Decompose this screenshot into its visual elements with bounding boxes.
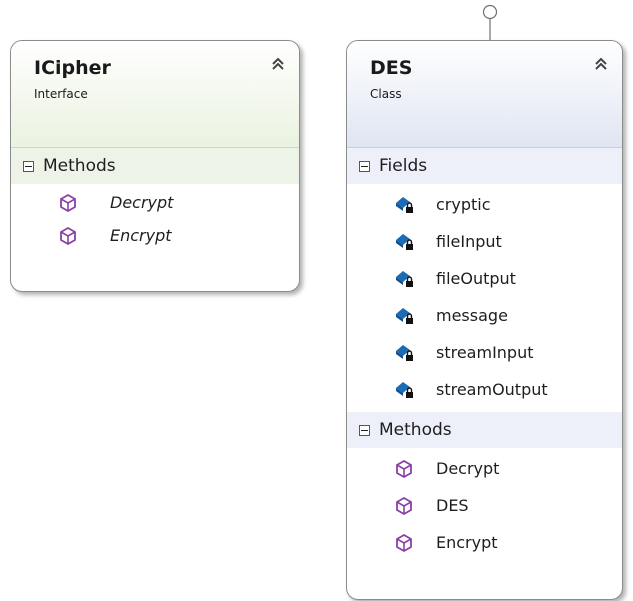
method-icon: [60, 226, 76, 245]
list-item[interactable]: message: [347, 297, 622, 334]
des-methods-list: Decrypt DES Encrypt: [347, 448, 622, 565]
method-icon: [396, 533, 412, 552]
private-field-icon: [396, 196, 413, 213]
private-field-icon: [396, 233, 413, 250]
interface-lollipop-icon: [482, 4, 498, 41]
list-item[interactable]: streamInput: [347, 334, 622, 371]
field-name: streamInput: [436, 343, 534, 362]
section-title: Methods: [43, 156, 116, 176]
method-icon: [396, 459, 412, 478]
method-name: Encrypt: [110, 226, 172, 245]
list-item[interactable]: fileOutput: [347, 260, 622, 297]
list-item[interactable]: cryptic: [347, 186, 622, 223]
des-kind: Class: [370, 87, 402, 101]
des-class-shape[interactable]: DES Class Fields cryptic fileInput fileO…: [346, 40, 623, 600]
method-icon: [396, 496, 412, 515]
des-fields-section[interactable]: Fields: [347, 148, 622, 184]
method-name: Decrypt: [436, 459, 500, 478]
collapse-toggle-icon[interactable]: [23, 160, 34, 172]
list-item[interactable]: Encrypt: [347, 524, 622, 561]
list-item[interactable]: streamOutput: [347, 371, 622, 408]
icipher-name: ICipher: [34, 57, 111, 79]
section-title: Methods: [379, 420, 452, 440]
collapse-toggle-icon[interactable]: [359, 424, 370, 436]
list-item[interactable]: Encrypt: [11, 219, 299, 252]
list-item[interactable]: fileInput: [347, 223, 622, 260]
field-name: fileOutput: [436, 269, 516, 288]
method-name: Decrypt: [110, 193, 174, 212]
double-chevron-up-icon[interactable]: [269, 55, 287, 73]
field-name: cryptic: [436, 195, 491, 214]
section-title: Fields: [379, 156, 428, 176]
method-name: Encrypt: [436, 533, 498, 552]
field-name: message: [436, 306, 508, 325]
des-fields-list: cryptic fileInput fileOutput message str…: [347, 184, 622, 412]
des-name: DES: [370, 57, 413, 79]
double-chevron-up-icon[interactable]: [592, 55, 610, 73]
icipher-kind: Interface: [34, 87, 88, 101]
list-item[interactable]: Decrypt: [11, 186, 299, 219]
private-field-icon: [396, 381, 413, 398]
icipher-header[interactable]: ICipher Interface: [11, 41, 299, 148]
field-name: streamOutput: [436, 380, 548, 399]
private-field-icon: [396, 344, 413, 361]
icipher-interface-shape[interactable]: ICipher Interface Methods Decrypt Encryp…: [10, 40, 300, 292]
des-methods-section[interactable]: Methods: [347, 412, 622, 448]
method-name: DES: [436, 496, 469, 515]
private-field-icon: [396, 270, 413, 287]
icipher-methods-section[interactable]: Methods: [11, 148, 299, 184]
icipher-methods-list: Decrypt Encrypt: [11, 184, 299, 256]
field-name: fileInput: [436, 232, 502, 251]
method-icon: [60, 193, 76, 212]
private-field-icon: [396, 307, 413, 324]
collapse-toggle-icon[interactable]: [359, 160, 370, 172]
list-item[interactable]: DES: [347, 487, 622, 524]
list-item[interactable]: Decrypt: [347, 450, 622, 487]
des-header[interactable]: DES Class: [347, 41, 622, 148]
